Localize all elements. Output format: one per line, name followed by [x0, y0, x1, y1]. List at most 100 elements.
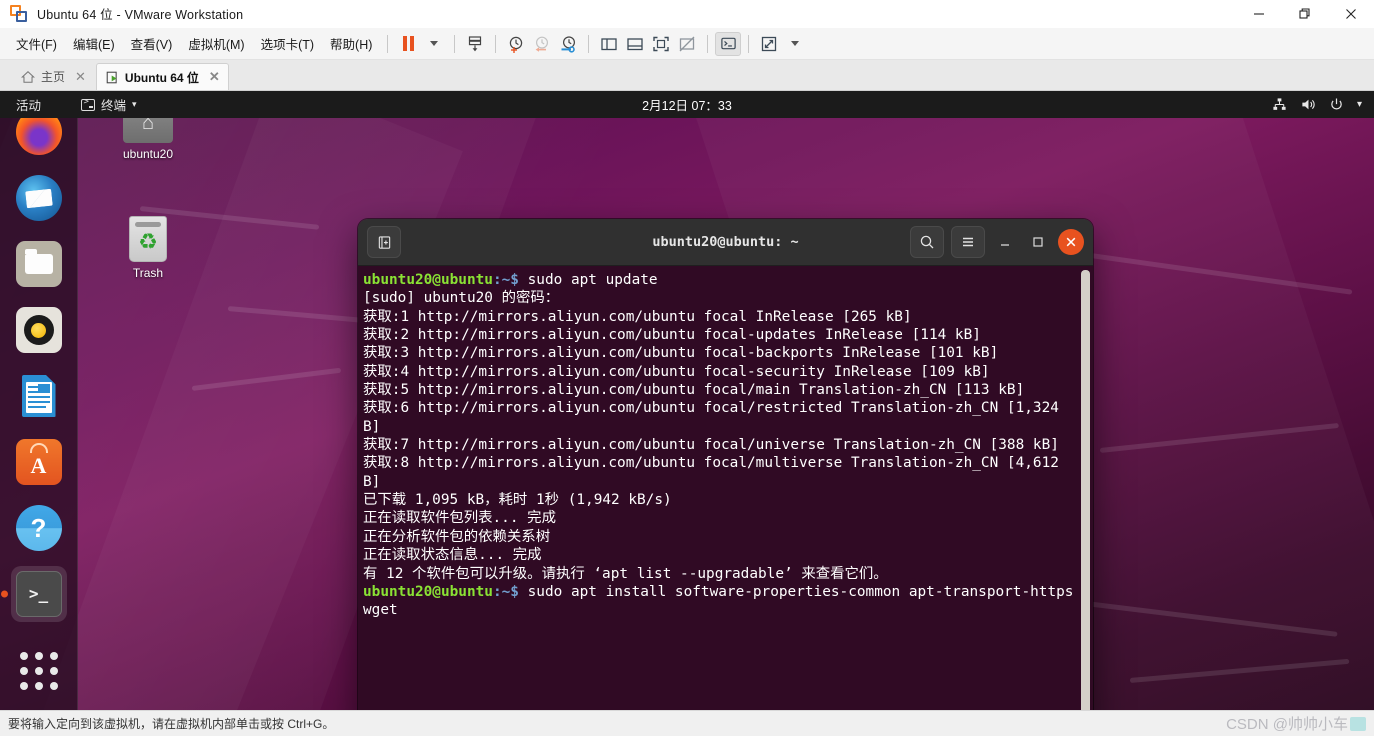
terminal-prompt-path: :~$ [492, 583, 519, 600]
revert-snapshot-button[interactable] [529, 32, 555, 56]
tab-home[interactable]: 主页 ✕ [12, 63, 94, 90]
stretch-dropdown[interactable] [782, 32, 808, 56]
clock[interactable]: 2月12日 07：33 [0, 95, 1374, 114]
menu-vm[interactable]: 虚拟机(M) [180, 31, 252, 56]
close-button[interactable] [1058, 229, 1084, 255]
app-menu-label: 终端 [101, 99, 127, 113]
ubuntu-software-icon: A [15, 439, 62, 485]
show-sidebar-button[interactable] [596, 32, 622, 56]
rhythmbox-icon [15, 307, 62, 353]
statusbar-message: 要将输入定向到该虚拟机，请在虚拟机内部单击或按 Ctrl+G。 [8, 717, 335, 731]
stretch-button[interactable] [756, 32, 782, 56]
minimize-button[interactable] [1236, 0, 1282, 28]
chevron-down-icon [791, 41, 800, 46]
toolbar-separator [707, 34, 709, 53]
terminal-scrollbar[interactable] [1081, 270, 1090, 710]
scrollbar-thumb[interactable] [1081, 270, 1090, 710]
maximize-button[interactable] [1025, 229, 1051, 255]
terminal-line: 获取:8 http://mirrors.aliyun.com/ubuntu fo… [363, 455, 1068, 490]
tab-home-close-icon[interactable]: ✕ [75, 69, 86, 85]
tab-strip: 主页 ✕ Ubuntu 64 位 ✕ [0, 60, 1374, 91]
show-thumbnail-bar-button[interactable] [622, 32, 648, 56]
pause-icon [402, 36, 414, 51]
app-menu-button[interactable]: 终端 ▾ [81, 95, 137, 114]
terminal-command: sudo apt update [518, 272, 658, 288]
minimize-button[interactable] [992, 229, 1018, 255]
window-title: Ubuntu 64 位 - VMware Workstation [37, 8, 244, 22]
terminal-output[interactable]: ubuntu20@ubuntu :~$ sudo apt update [sudo… [363, 271, 1081, 620]
dock-item-files[interactable] [11, 236, 67, 292]
console-view-button[interactable] [715, 31, 742, 56]
menu-toolbar: 文件(F) 编辑(E) 查看(V) 虚拟机(M) 选项卡(T) 帮助(H) [0, 28, 1374, 60]
libreoffice-writer-icon [16, 373, 62, 419]
vmware-statusbar: 要将输入定向到该虚拟机，请在虚拟机内部单击或按 Ctrl+G。 CSDN @帅帅… [0, 710, 1374, 736]
clock-wrench-icon [561, 35, 576, 53]
menu-tabs[interactable]: 选项卡(T) [253, 31, 322, 56]
files-folder-icon [15, 241, 62, 287]
terminal-line: 已下载 1,095 kB，耗时 1秒 (1,942 kB/s) [363, 492, 672, 509]
full-screen-button[interactable] [648, 32, 674, 56]
watermark-text: CSDN @帅帅小车 [1226, 716, 1348, 733]
tab-ubuntu[interactable]: Ubuntu 64 位 ✕ [95, 63, 229, 90]
terminal-window[interactable]: ubuntu20@ubuntu: ~ ubuntu20@ubuntu:~$ su… [358, 219, 1093, 710]
take-snapshot-button[interactable] [503, 32, 529, 56]
panel-left-icon [601, 37, 618, 50]
search-button[interactable] [910, 226, 944, 258]
gnome-top-bar: 活动 终端 ▾ 2月12日 07：33 [0, 91, 1374, 118]
activities-button[interactable]: 活动 [16, 95, 41, 114]
toolbar-separator [495, 34, 497, 53]
menu-file[interactable]: 文件(F) [8, 31, 65, 56]
terminal-icon: >_ [15, 571, 62, 617]
toolbar-separator [748, 34, 750, 53]
terminal-line: 获取:1 http://mirrors.aliyun.com/ubuntu fo… [363, 308, 912, 325]
suspend-button[interactable] [395, 32, 421, 56]
tab-ubuntu-close-icon[interactable]: ✕ [209, 69, 220, 85]
vmware-workstation-window: Ubuntu 64 位 - VMware Workstation 文件(F) 编… [0, 0, 1374, 736]
toolbar-separator [454, 34, 456, 53]
menu-edit[interactable]: 编辑(E) [65, 31, 123, 56]
vmware-logo-icon [10, 4, 28, 23]
terminal-prompt-user: ubuntu20@ubuntu [363, 272, 493, 288]
dock-item-thunderbird[interactable] [11, 170, 67, 226]
menu-help[interactable]: 帮助(H) [322, 31, 380, 56]
desktop-icon-trash[interactable]: ♻ Trash [105, 216, 191, 280]
restore-button[interactable] [1282, 0, 1328, 28]
terminal-body[interactable]: ubuntu20@ubuntu :~$ sudo apt update [sudo… [358, 266, 1093, 710]
snapshot-manager-button[interactable] [462, 32, 488, 56]
terminal-titlebar[interactable]: ubuntu20@ubuntu: ~ [358, 219, 1093, 266]
close-button[interactable] [1328, 0, 1374, 28]
terminal-line: [sudo] ubuntu20 的密码： [363, 290, 560, 307]
expand-arrows-icon [762, 36, 777, 51]
terminal-line: 正在分析软件包的依赖关系树 [363, 528, 551, 545]
dock-item-writer[interactable] [11, 368, 67, 424]
thunderbird-icon [15, 175, 62, 221]
maximize-icon [1033, 237, 1043, 247]
power-dropdown[interactable] [421, 32, 447, 56]
terminal-line: 获取:2 http://mirrors.aliyun.com/ubuntu fo… [363, 327, 981, 344]
new-tab-button[interactable] [367, 226, 401, 258]
menu-view[interactable]: 查看(V) [123, 31, 181, 56]
watermark-logo-icon [1350, 717, 1366, 731]
terminal-icon [721, 37, 736, 50]
guest-viewport[interactable]: 活动 终端 ▾ 2月12日 07：33 [0, 91, 1374, 710]
dock-item-terminal[interactable]: >_ [10, 566, 67, 622]
dock-item-rhythmbox[interactable] [11, 302, 67, 358]
system-status-area[interactable]: ▾ [1272, 97, 1362, 112]
tab-ubuntu-label: Ubuntu 64 位 [124, 70, 199, 85]
hamburger-menu-button[interactable] [951, 226, 985, 258]
dock-item-software[interactable]: A [11, 434, 67, 490]
chevron-down-icon: ▾ [132, 99, 137, 109]
minimize-icon [1001, 244, 1009, 246]
dock-item-help[interactable]: ? [11, 500, 67, 556]
desktop-icon-home-label: ubuntu20 [122, 147, 174, 161]
terminal-line: 正在读取软件包列表... 完成 [363, 510, 556, 527]
manage-snapshots-button[interactable] [555, 32, 581, 56]
desktop-icon-trash-label: Trash [132, 266, 164, 280]
trash-icon: ♻ [129, 216, 167, 262]
terminal-line: 获取:4 http://mirrors.aliyun.com/ubuntu fo… [363, 363, 990, 380]
show-applications-button[interactable] [11, 648, 67, 694]
unity-mode-button[interactable] [674, 32, 700, 56]
search-icon [920, 235, 934, 249]
hamburger-icon [963, 237, 973, 247]
terminal-line: 获取:7 http://mirrors.aliyun.com/ubuntu fo… [363, 437, 1059, 454]
